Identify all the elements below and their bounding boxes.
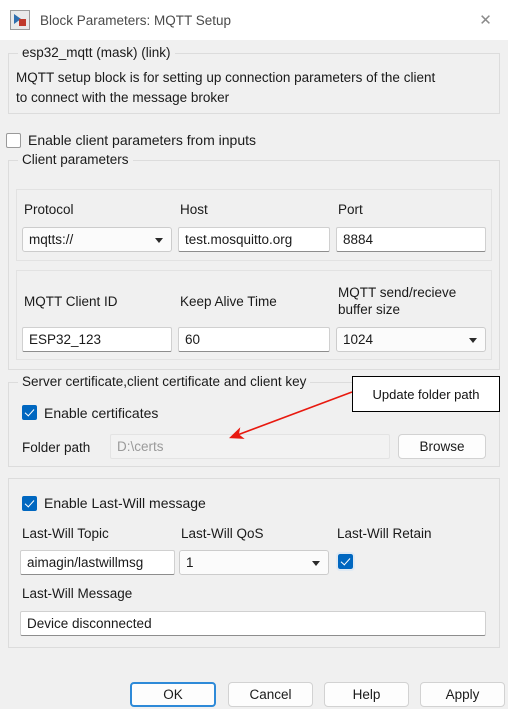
client-id-label: MQTT Client ID	[24, 294, 118, 309]
simulink-block-icon	[10, 10, 30, 30]
folder-path-input[interactable]: D:\certs	[110, 434, 390, 459]
host-label: Host	[180, 202, 208, 217]
host-input[interactable]: test.mosquitto.org	[178, 227, 330, 252]
folder-path-label: Folder path	[22, 440, 91, 455]
enable-certificates-label: Enable certificates	[44, 405, 159, 421]
last-will-qos-value: 1	[186, 555, 194, 570]
chevron-down-icon	[155, 237, 163, 243]
keep-alive-label: Keep Alive Time	[180, 294, 277, 309]
buffer-size-select[interactable]: 1024	[336, 327, 486, 352]
buffer-size-label-line2: buffer size	[338, 302, 401, 317]
last-will-topic-label: Last-Will Topic	[22, 526, 109, 541]
keep-alive-input[interactable]: 60	[178, 327, 330, 352]
browse-button[interactable]: Browse	[398, 434, 486, 459]
protocol-value: mqtts://	[29, 232, 74, 247]
description-line-1: MQTT setup block is for setting up conne…	[16, 70, 436, 85]
buffer-size-label-line1: MQTT send/recieve	[338, 285, 457, 300]
ok-button[interactable]: OK	[130, 682, 216, 707]
description-line-2: to connect with the message broker	[16, 90, 230, 105]
close-icon[interactable]: ✕	[463, 0, 508, 40]
last-will-message-input[interactable]: Device disconnected	[20, 611, 486, 636]
buffer-size-value: 1024	[343, 332, 374, 347]
cancel-button[interactable]: Cancel	[228, 682, 313, 707]
enable-last-will-checkbox[interactable]	[22, 496, 37, 511]
protocol-select[interactable]: mqtts://	[22, 227, 172, 252]
block-parameters-dialog: Block Parameters: MQTT Setup ✕ esp32_mqt…	[0, 0, 508, 709]
mask-title: esp32_mqtt (mask) (link)	[18, 45, 175, 60]
client-id-input[interactable]: ESP32_123	[22, 327, 172, 352]
last-will-retain-label: Last-Will Retain	[337, 526, 432, 541]
last-will-topic-input[interactable]: aimagin/lastwillmsg	[20, 550, 175, 575]
last-will-qos-label: Last-Will QoS	[181, 526, 264, 541]
enable-client-parameters-checkbox[interactable]	[6, 133, 21, 148]
chevron-down-icon	[312, 560, 320, 566]
enable-certificates-checkbox[interactable]	[22, 405, 37, 420]
last-will-retain-checkbox[interactable]	[336, 552, 355, 571]
enable-client-parameters-label: Enable client parameters from inputs	[28, 132, 256, 148]
port-label: Port	[338, 202, 363, 217]
protocol-label: Protocol	[24, 202, 74, 217]
apply-button[interactable]: Apply	[420, 682, 505, 707]
chevron-down-icon	[469, 337, 477, 343]
window-title: Block Parameters: MQTT Setup	[40, 12, 232, 28]
enable-last-will-label: Enable Last-Will message	[44, 495, 206, 511]
title-bar: Block Parameters: MQTT Setup ✕	[0, 0, 508, 40]
port-input[interactable]: 8884	[336, 227, 486, 252]
help-button[interactable]: Help	[324, 682, 409, 707]
annotation-callout: Update folder path	[352, 376, 500, 412]
last-will-qos-select[interactable]: 1	[179, 550, 329, 575]
last-will-message-label: Last-Will Message	[22, 586, 133, 601]
certificates-title: Server certificate,client certificate an…	[18, 374, 311, 389]
client-parameters-title: Client parameters	[18, 152, 133, 167]
